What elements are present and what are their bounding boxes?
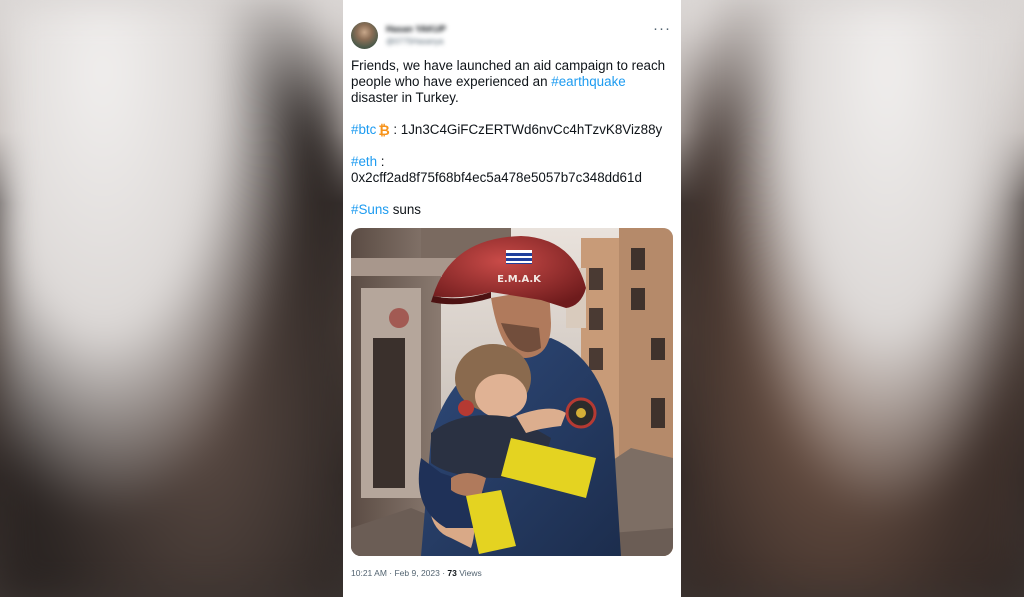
background-left: [0, 0, 343, 597]
tweet-paragraph-eth: #eth :0x2cff2ad8f75f68bf4ec5a478e5057b7c…: [351, 154, 642, 185]
hashtag-btc[interactable]: #btc: [351, 122, 376, 137]
tweet-paragraph-campaign: Friends, we have launched an aid campaig…: [351, 58, 666, 105]
tweet-timestamp[interactable]: 10:21 AM · Feb 9, 2023 · 73 Views: [351, 568, 482, 578]
author-handle[interactable]: @0775Hasanya: [386, 37, 446, 47]
avatar[interactable]: [351, 22, 378, 49]
helmet-label: E.M.A.K: [497, 274, 542, 285]
firefighter-image: E.M.A.K: [351, 228, 673, 556]
bitcoin-icon: ₿: [378, 122, 390, 138]
author-name[interactable]: Hasan YAKUP: [386, 24, 456, 34]
tweet-date: Feb 9, 2023: [394, 568, 440, 578]
tweet-header: Hasan YAKUP @0775Hasanya ···: [351, 20, 671, 52]
btc-address: : 1Jn3C4GiFCzERTWd6nvCc4hTzvK8Viz88y: [393, 122, 663, 137]
background-right: [681, 0, 1024, 597]
tweet-card: Hasan YAKUP @0775Hasanya ··· Friends, we…: [343, 0, 681, 597]
hashtag-eth[interactable]: #eth: [351, 154, 377, 169]
hashtag-earthquake[interactable]: #earthquake: [551, 74, 625, 89]
tweet-paragraph-suns: #Suns suns: [351, 202, 421, 217]
views-count: 73: [447, 568, 457, 578]
hashtag-suns[interactable]: #Suns: [351, 202, 389, 217]
eth-address: 0x2cff2ad8f75f68bf4ec5a478e5057b7c348dd6…: [351, 170, 642, 185]
more-options-icon[interactable]: ···: [653, 20, 671, 37]
tweet-text: Friends, we have launched an aid campaig…: [351, 58, 673, 218]
tweet-paragraph-btc: #btc ₿: 1Jn3C4GiFCzERTWd6nvCc4hTzvK8Viz88…: [351, 122, 673, 138]
tweet-photo[interactable]: E.M.A.K: [351, 228, 673, 556]
views-label: Views: [456, 568, 482, 578]
tweet-time: 10:21 AM: [351, 568, 387, 578]
